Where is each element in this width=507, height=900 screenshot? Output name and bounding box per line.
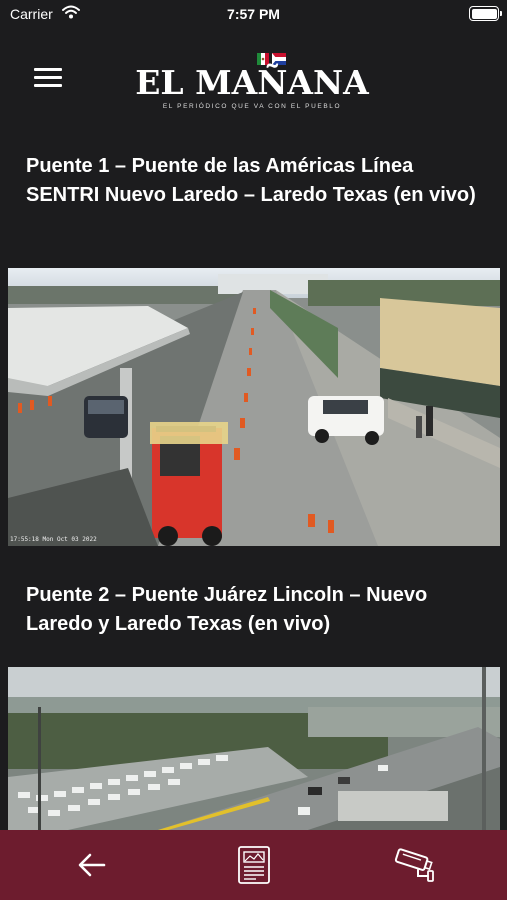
battery-icon — [469, 6, 502, 21]
camera-feed-1[interactable]: 17:55:18 Mon Oct 03 2022 — [8, 268, 500, 546]
hamburger-menu-icon[interactable] — [34, 68, 68, 92]
logo[interactable]: EL MAÑANA EL PERIÓDICO QUE VA CON EL PUE… — [125, 48, 385, 112]
feed-title-2[interactable]: Puente 2 – Puente Juárez Lincoln – Nuevo… — [26, 581, 481, 639]
camera-feed-1-image — [8, 268, 500, 546]
feed-title-1[interactable]: Puente 1 – Puente de las Américas Línea … — [26, 152, 481, 210]
newspaper-icon[interactable] — [229, 840, 279, 890]
camera-timestamp: 17:55:18 Mon Oct 03 2022 — [10, 536, 97, 543]
logo-tagline: EL PERIÓDICO QUE VA CON EL PUEBLO — [162, 103, 342, 110]
status-time: 7:57 PM — [227, 6, 280, 22]
security-camera-icon[interactable] — [389, 840, 439, 890]
status-bar: Carrier 7:57 PM — [0, 0, 507, 30]
back-arrow-icon[interactable] — [67, 840, 117, 890]
bottom-tab-bar — [0, 830, 507, 900]
battery-level — [471, 8, 497, 19]
logo-title: EL MAÑANA — [135, 63, 369, 102]
camera-feed-2-image — [8, 667, 500, 830]
camera-feed-2[interactable] — [8, 667, 500, 830]
app-header: EL MAÑANA EL PERIÓDICO QUE VA CON EL PUE… — [0, 44, 507, 114]
